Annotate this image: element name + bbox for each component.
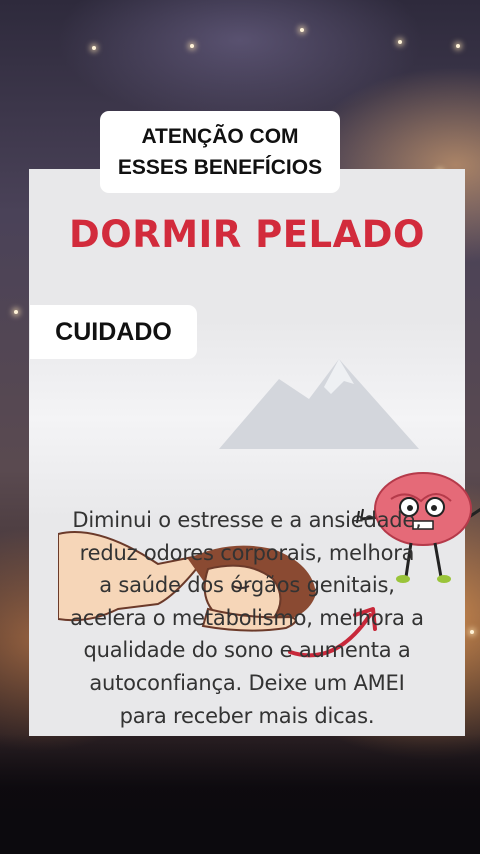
stage-light (92, 46, 96, 50)
stage-light (470, 630, 474, 634)
stage-light (398, 40, 402, 44)
headline: DORMIR PELADO (69, 213, 425, 256)
stage-light (456, 44, 460, 48)
mountain-background-icon (219, 359, 419, 449)
benefits-line: para receber mais dicas. (119, 703, 375, 728)
benefits-line: reduz odores corporais, melhora (79, 540, 415, 565)
stage-light (300, 28, 304, 32)
stage-light (14, 310, 18, 314)
crowd-silhouette (0, 734, 480, 854)
attention-line-1: ATENÇÃO COM (141, 125, 299, 148)
attention-label: ATENÇÃO COM ESSES BENEFÍCIOS (100, 111, 340, 193)
benefits-line: qualidade do sono e aumenta a (83, 638, 411, 663)
attention-line-2: ESSES BENEFÍCIOS (117, 156, 323, 179)
stage-light (190, 44, 194, 48)
benefits-line: autoconfiança. Deixe um AMEI (89, 670, 405, 695)
caution-label: CUIDADO (30, 305, 197, 359)
benefits-line: acelera o metabolismo, melhora a (70, 605, 424, 630)
benefits-line: a saúde dos órgãos genitais, (99, 573, 395, 598)
benefits-text: Diminui o estresse e a ansiedade, reduz … (40, 504, 454, 732)
benefits-line: Diminui o estresse e a ansiedade, (72, 508, 422, 532)
